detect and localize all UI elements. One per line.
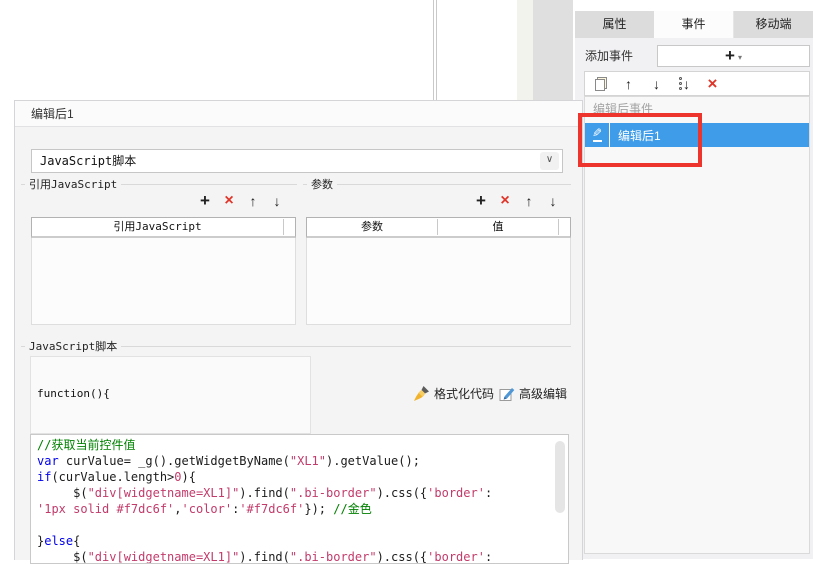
js-script-groupbox: JavaScript脚本 [21, 338, 571, 355]
caret-down-icon: ▾ [737, 53, 742, 62]
canvas-scroll-strip [533, 0, 573, 100]
ref-js-toolbar: + × ↑ ↓ [197, 191, 285, 211]
add-ref-js-button[interactable]: + [197, 191, 213, 211]
param-column-header: 参数 [361, 220, 383, 233]
advanced-edit-button[interactable]: 高级编辑 [499, 384, 567, 403]
canvas-grid-line [433, 0, 434, 100]
js-script-legend: JavaScript脚本 [25, 338, 122, 355]
code-scrollbar-thumb[interactable] [555, 441, 565, 513]
params-table: 参数 值 [306, 217, 571, 327]
tab-events[interactable]: 事件 [654, 11, 733, 38]
add-param-button[interactable]: + [473, 191, 489, 211]
column-spacer [559, 218, 570, 236]
properties-panel: 属性 事件 移动端 添加事件 + ▾ ↑ ↓ ↓ × 编辑后事件 ✎ 编辑后1 [575, 0, 813, 559]
value-column-header: 值 [492, 220, 504, 233]
function-signature-box: function(){ [30, 356, 311, 434]
ref-js-column-header: 引用JavaScript [113, 220, 202, 233]
ref-js-groupbox: 引用JavaScript [21, 176, 297, 193]
move-ref-js-up-button[interactable]: ↑ [245, 193, 261, 209]
params-groupbox: 参数 [303, 176, 571, 193]
edit-pencil-icon [499, 387, 515, 401]
copy-icon [594, 76, 607, 91]
canvas-grid-line [436, 0, 437, 100]
event-list-toolbar: ↑ ↓ ↓ × [584, 71, 810, 96]
column-spacer [284, 218, 295, 236]
delete-event-button[interactable]: × [703, 74, 722, 93]
ref-js-table-body [31, 238, 296, 325]
add-event-button[interactable]: + ▾ [657, 45, 810, 67]
move-param-up-button[interactable]: ↑ [521, 193, 537, 209]
event-type-value: JavaScript脚本 [40, 154, 137, 168]
event-edit-dialog: 编辑后1 JavaScript脚本 ∨ 引用JavaScript 参数 + × … [14, 100, 583, 564]
event-type-dropdown[interactable]: JavaScript脚本 ∨ [31, 149, 563, 173]
move-ref-js-down-button[interactable]: ↓ [269, 193, 285, 209]
ref-js-table: 引用JavaScript [31, 217, 296, 327]
params-table-body [306, 238, 571, 325]
move-event-up-button[interactable]: ↑ [619, 74, 638, 93]
sort-events-button[interactable]: ↓ [675, 74, 694, 93]
params-table-header: 参数 值 [306, 217, 571, 238]
js-code-editor[interactable]: //获取当前控件值 var curValue= _g().getWidgetByN… [30, 434, 569, 564]
dialog-title: 编辑后1 [31, 107, 74, 121]
panel-top-spacer [575, 0, 813, 11]
panel-tab-bar: 属性 事件 移动端 [575, 11, 813, 38]
advanced-edit-label: 高级编辑 [519, 387, 568, 401]
tab-properties[interactable]: 属性 [575, 11, 654, 38]
params-legend: 参数 [307, 176, 337, 193]
plus-icon: + [725, 46, 735, 65]
designer-canvas [0, 0, 575, 100]
move-event-down-button[interactable]: ↓ [647, 74, 666, 93]
chevron-down-icon: ∨ [540, 152, 559, 170]
tab-mobile[interactable]: 移动端 [733, 11, 813, 38]
function-signature: function(){ [37, 387, 110, 400]
dialog-title-bar: 编辑后1 [15, 101, 582, 127]
ref-js-legend: 引用JavaScript [25, 176, 122, 193]
delete-param-button[interactable]: × [497, 192, 513, 210]
add-event-label: 添加事件 [585, 49, 634, 63]
brush-icon [414, 386, 429, 401]
ref-js-table-header: 引用JavaScript [31, 217, 296, 238]
copy-event-button[interactable] [591, 74, 610, 93]
move-param-down-button[interactable]: ↓ [545, 193, 561, 209]
format-code-label: 格式化代码 [434, 387, 495, 401]
format-code-button[interactable]: 格式化代码 [413, 384, 494, 403]
annotation-highlight-rectangle [578, 113, 702, 167]
delete-ref-js-button[interactable]: × [221, 192, 237, 210]
code-content: //获取当前控件值 var curValue= _g().getWidgetByN… [37, 438, 493, 564]
params-toolbar: + × ↑ ↓ [473, 191, 561, 211]
canvas-margin [517, 0, 533, 100]
sort-down-icon: ↓ [679, 76, 690, 92]
